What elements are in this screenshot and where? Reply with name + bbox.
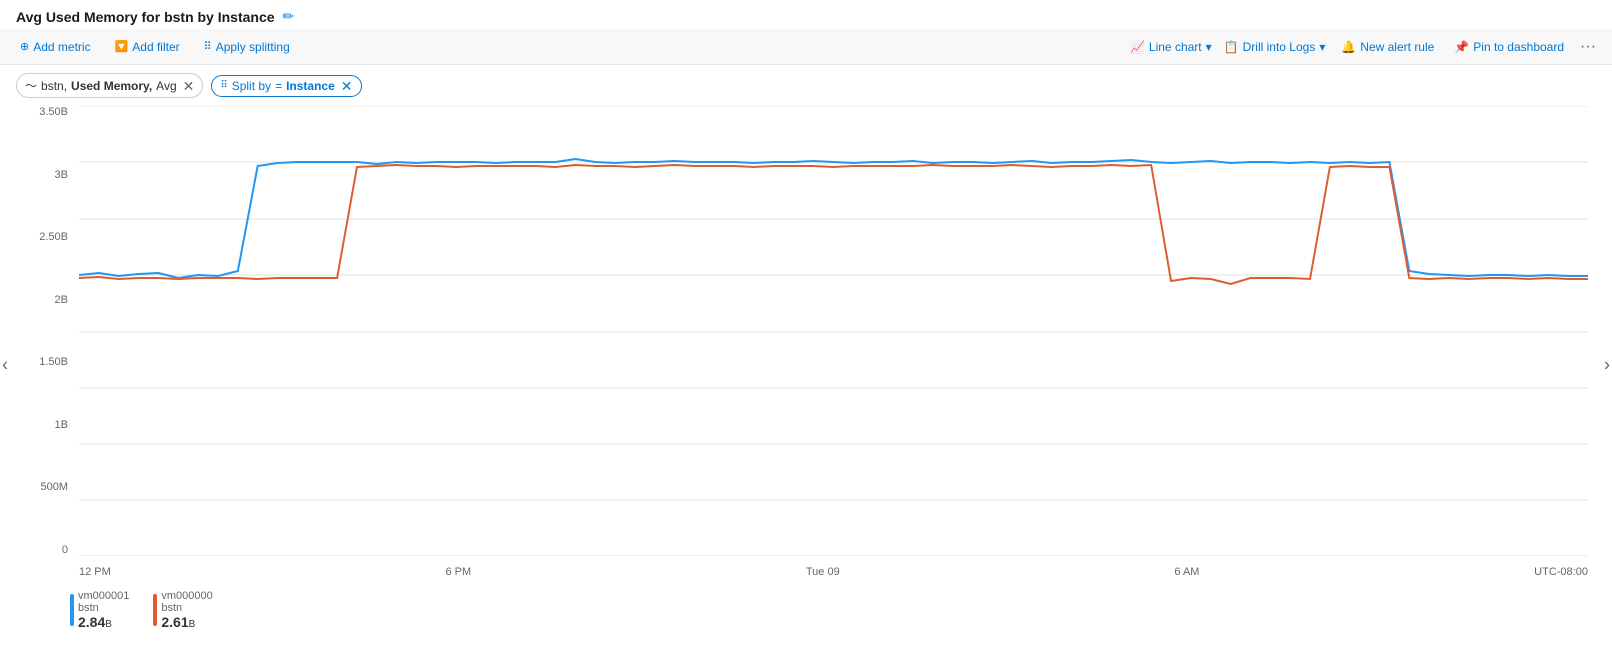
y-label-150: 1.50B xyxy=(24,356,74,368)
pin-dashboard-button[interactable]: 📌 Pin to dashboard xyxy=(1450,38,1568,56)
chart-svg-element xyxy=(79,106,1588,556)
legend-info-vm000000: vm000000 bstn 2.61B xyxy=(161,590,212,630)
header: Avg Used Memory for bstn by Instance ✏ xyxy=(0,0,1612,29)
y-label-3: 3B xyxy=(24,169,74,181)
x-label-6am: 6 AM xyxy=(1174,566,1199,586)
legend-header-vm000001: vm000001 bstn 2.84B xyxy=(70,590,129,630)
legend-name2-vm000001: bstn xyxy=(78,602,129,614)
legend-value-vm000001: 2.84B xyxy=(78,614,129,630)
chart-svg xyxy=(79,106,1588,556)
split-chip-close[interactable]: ✕ xyxy=(341,79,353,93)
metric-chip-icon: 〜 xyxy=(25,77,37,94)
filter-icon: 🔽 xyxy=(115,40,129,53)
line-chart-chevron: ▾ xyxy=(1206,40,1212,54)
y-label-2: 2B xyxy=(24,294,74,306)
y-label-500: 500M xyxy=(24,481,74,493)
y-label-1: 1B xyxy=(24,419,74,431)
legend-name1-vm000001: vm000001 xyxy=(78,590,129,602)
split-chip[interactable]: ⠿ Split by = Instance ✕ xyxy=(211,75,361,97)
add-filter-button[interactable]: 🔽 Add filter xyxy=(111,38,184,56)
split-icon: ⠿ xyxy=(204,40,212,53)
nav-left-button[interactable]: ‹ xyxy=(2,354,8,375)
toolbar: ⊕ Add metric 🔽 Add filter ⠿ Apply splitt… xyxy=(0,29,1612,65)
split-chip-value: Instance xyxy=(286,79,335,93)
more-options-button[interactable]: ··· xyxy=(1580,38,1596,56)
edit-icon[interactable]: ✏ xyxy=(283,8,295,25)
x-label-12pm: 12 PM xyxy=(79,566,111,586)
x-label-6pm: 6 PM xyxy=(445,566,471,586)
split-chip-icon: ⠿ xyxy=(220,80,227,91)
chips-row: 〜 bstn, Used Memory, Avg ✕ ⠿ Split by = … xyxy=(0,65,1612,106)
drill-logs-chevron: ▾ xyxy=(1319,40,1325,54)
legend-item-vm000000: vm000000 bstn 2.61B xyxy=(153,590,212,630)
drill-logs-button[interactable]: 📋 Drill into Logs ▾ xyxy=(1224,40,1326,54)
red-series xyxy=(79,165,1588,284)
main-container: Avg Used Memory for bstn by Instance ✏ ⊕… xyxy=(0,0,1612,669)
page-title: Avg Used Memory for bstn by Instance xyxy=(16,9,275,25)
legend-color-red xyxy=(153,594,157,626)
pin-icon: 📌 xyxy=(1454,40,1469,54)
metric-chip[interactable]: 〜 bstn, Used Memory, Avg ✕ xyxy=(16,73,203,98)
x-axis: 12 PM 6 PM Tue 09 6 AM UTC-08:00 xyxy=(79,566,1588,586)
drill-logs-icon: 📋 xyxy=(1224,40,1239,54)
apply-splitting-button[interactable]: ⠿ Apply splitting xyxy=(200,38,294,56)
legend-color-blue xyxy=(70,594,74,626)
legend-item-vm000001: vm000001 bstn 2.84B xyxy=(70,590,129,630)
y-label-350: 3.50B xyxy=(24,106,74,118)
split-chip-operator: = xyxy=(275,79,282,93)
chart-area: 3.50B 3B 2.50B 2B 1.50B 1B 500M 0 xyxy=(24,106,1588,586)
legend-name1-vm000000: vm000000 xyxy=(161,590,212,602)
add-metric-icon: ⊕ xyxy=(20,40,29,53)
x-label-utc: UTC-08:00 xyxy=(1534,566,1588,586)
toolbar-right: 📈 Line chart ▾ 📋 Drill into Logs ▾ 🔔 New… xyxy=(1130,38,1596,56)
metric-chip-close[interactable]: ✕ xyxy=(183,79,195,93)
legend-name2-vm000000: bstn xyxy=(161,602,212,614)
legend-value-vm000000: 2.61B xyxy=(161,614,212,630)
x-label-tue09: Tue 09 xyxy=(806,566,840,586)
new-alert-button[interactable]: 🔔 New alert rule xyxy=(1337,38,1438,56)
y-label-0: 0 xyxy=(24,544,74,556)
metric-chip-prefix: bstn, xyxy=(41,79,67,93)
legend-header-vm000000: vm000000 bstn 2.61B xyxy=(153,590,212,630)
y-axis: 3.50B 3B 2.50B 2B 1.50B 1B 500M 0 xyxy=(24,106,74,556)
toolbar-left: ⊕ Add metric 🔽 Add filter ⠿ Apply splitt… xyxy=(16,38,294,56)
line-chart-icon: 📈 xyxy=(1130,40,1145,54)
metric-chip-suffix: Avg xyxy=(156,79,176,93)
legend: vm000001 bstn 2.84B vm000000 bstn 2.61B xyxy=(0,586,1612,634)
metric-chip-bold: Used Memory, xyxy=(71,79,152,93)
nav-right-button[interactable]: › xyxy=(1604,354,1610,375)
split-chip-prefix: Split by xyxy=(232,79,271,93)
legend-info-vm000001: vm000001 bstn 2.84B xyxy=(78,590,129,630)
line-chart-button[interactable]: 📈 Line chart ▾ xyxy=(1130,40,1212,54)
add-metric-button[interactable]: ⊕ Add metric xyxy=(16,38,95,56)
y-label-250: 2.50B xyxy=(24,231,74,243)
alert-icon: 🔔 xyxy=(1341,40,1356,54)
